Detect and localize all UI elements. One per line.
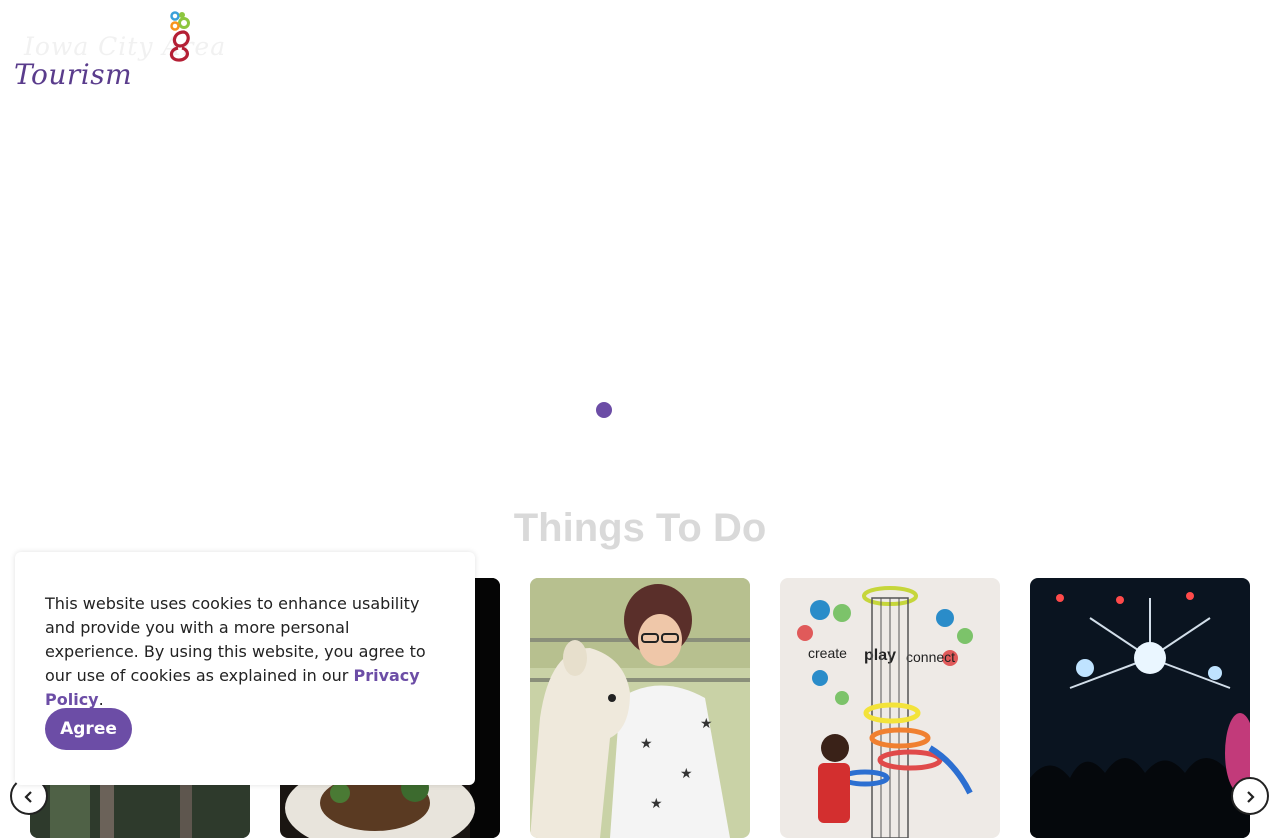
- concert-lights-photo: [1030, 578, 1250, 838]
- svg-text:★: ★: [650, 796, 663, 812]
- cookie-banner: This website uses cookies to enhance usa…: [15, 552, 475, 785]
- exhibit-text-play: play: [864, 647, 896, 664]
- cookie-message: This website uses cookies to enhance usa…: [45, 592, 445, 712]
- card-alpaca[interactable]: ★ ★ ★ ★: [530, 578, 750, 838]
- chevron-right-icon: [1247, 791, 1255, 803]
- things-to-do-title: Things To Do: [513, 506, 767, 550]
- cookie-text-end: .: [98, 690, 104, 709]
- exhibit-text-connect: connect: [906, 649, 955, 665]
- chevron-left-icon: [24, 791, 32, 803]
- exhibit-text-create: create: [808, 645, 847, 661]
- svg-text:★: ★: [700, 716, 713, 732]
- hero-pagination: [596, 402, 612, 418]
- card-concert[interactable]: [1030, 578, 1250, 838]
- hero-slider: [0, 0, 1280, 480]
- hero-dot-1[interactable]: [596, 402, 612, 418]
- girl-with-alpaca-photo: ★ ★ ★ ★: [530, 578, 750, 838]
- carousel-next-button[interactable]: [1231, 777, 1269, 815]
- card-museum[interactable]: create play connect: [780, 578, 1000, 838]
- agree-button[interactable]: Agree: [45, 708, 132, 750]
- svg-text:★: ★: [640, 736, 653, 752]
- svg-text:★: ★: [680, 766, 693, 782]
- child-at-play-exhibit-photo: create play connect: [780, 578, 1000, 838]
